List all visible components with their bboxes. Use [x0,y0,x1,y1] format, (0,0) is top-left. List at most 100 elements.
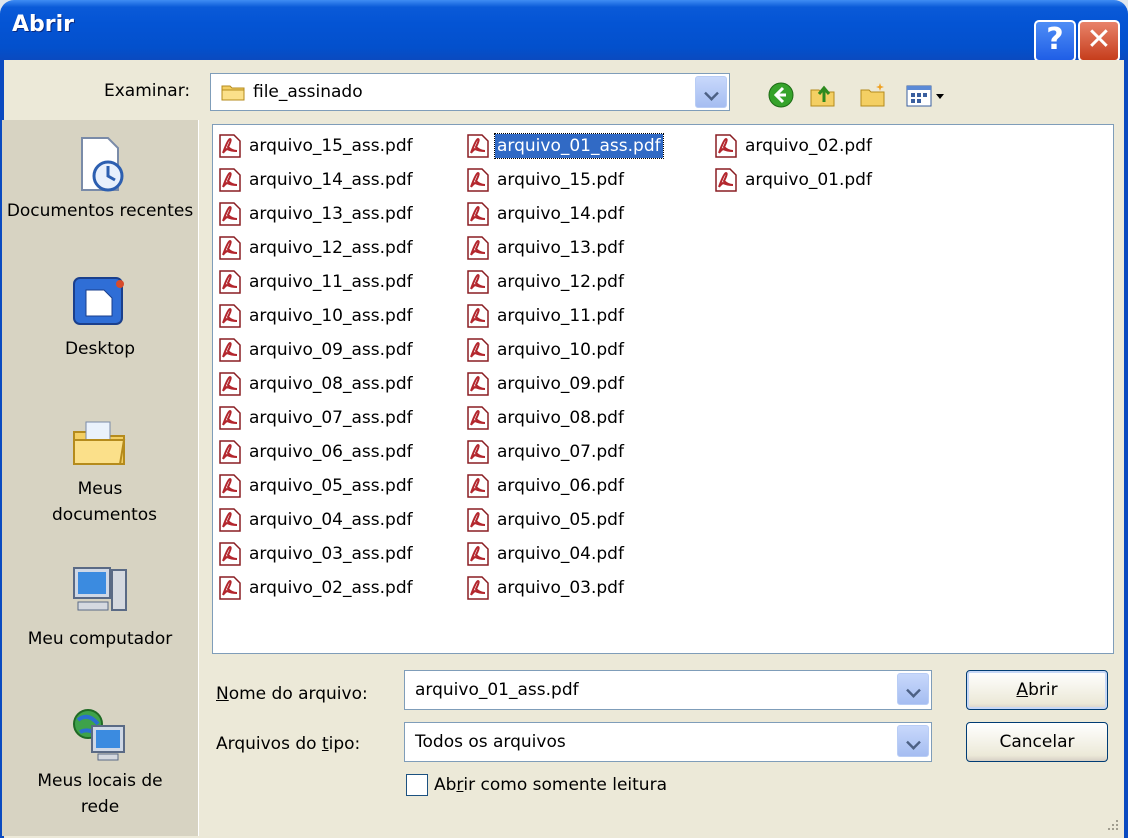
file-item[interactable]: arquivo_08_ass.pdf [217,369,415,399]
file-name: arquivo_06.pdf [497,476,624,496]
file-item[interactable]: arquivo_07.pdf [465,437,626,467]
place-my-documents[interactable]: Meus documentos [2,410,198,528]
pdf-file-icon [465,541,491,567]
pdf-file-icon-graphic [467,372,489,396]
pdf-file-icon [217,167,243,193]
up-folder-icon[interactable] [808,80,838,110]
file-item[interactable]: arquivo_05.pdf [465,505,626,535]
pdf-file-icon [465,269,491,295]
file-item[interactable]: arquivo_05_ass.pdf [217,471,415,501]
pdf-file-icon [217,473,243,499]
readonly-label[interactable]: Abrir como somente leitura [434,775,667,795]
file-item[interactable]: arquivo_01_ass.pdf [465,131,664,161]
readonly-label-a: Ab [434,775,457,795]
file-item[interactable]: arquivo_10.pdf [465,335,626,365]
file-item[interactable]: arquivo_12.pdf [465,267,626,297]
file-item[interactable]: arquivo_06.pdf [465,471,626,501]
pdf-file-icon-graphic [219,542,241,566]
place-my-computer[interactable]: Meu computador [2,560,198,652]
cancel-button[interactable]: Cancelar [966,722,1108,762]
file-item[interactable]: arquivo_08.pdf [465,403,626,433]
pdf-file-icon-graphic [467,440,489,464]
file-item[interactable]: arquivo_09_ass.pdf [217,335,415,365]
place-label: Documentos recentes [6,201,194,221]
file-item[interactable]: arquivo_03.pdf [465,573,626,603]
view-menu-icon[interactable] [904,80,950,110]
filename-field[interactable]: arquivo_01_ass.pdf [404,670,932,710]
title-bar[interactable]: Abrir ? ✕ [0,0,1128,62]
file-item[interactable]: arquivo_06_ass.pdf [217,437,415,467]
file-item[interactable]: arquivo_01.pdf [713,165,874,195]
file-name: arquivo_04.pdf [497,544,624,564]
file-item[interactable]: arquivo_11_ass.pdf [217,267,415,297]
file-name: arquivo_02.pdf [745,136,872,156]
pdf-file-icon-graphic [715,168,737,192]
pdf-file-icon-graphic [467,338,489,362]
pdf-file-icon [465,337,491,363]
place-desktop[interactable]: Desktop [2,270,198,362]
pdf-file-icon [465,473,491,499]
file-item[interactable]: arquivo_15_ass.pdf [217,131,415,161]
file-item[interactable]: arquivo_12_ass.pdf [217,233,415,263]
file-name: arquivo_02_ass.pdf [249,578,413,598]
file-name: arquivo_14_ass.pdf [249,170,413,190]
place-recent-documents[interactable]: Documentos recentes [2,132,198,224]
file-name: arquivo_12.pdf [497,272,624,292]
open-button[interactable]: Abrir [966,670,1108,710]
pdf-file-icon [713,133,739,159]
file-name: arquivo_09.pdf [497,374,624,394]
pdf-file-icon [217,541,243,567]
file-item[interactable]: arquivo_02.pdf [713,131,874,161]
filetype-label-b: ipo: [328,734,361,754]
place-label: Desktop [64,339,136,359]
filetype-select[interactable]: Todos os arquivos [404,722,932,762]
pdf-file-icon [217,133,243,159]
file-name: arquivo_01.pdf [745,170,872,190]
close-button[interactable]: ✕ [1078,20,1120,62]
lookin-combo[interactable]: file_assinado [210,73,730,111]
help-button[interactable]: ? [1034,20,1076,62]
open-file-dialog: Abrir ? ✕ Examinar: file_assinado Docume… [0,0,1128,838]
pdf-file-icon [465,201,491,227]
file-item[interactable]: arquivo_10_ass.pdf [217,301,415,331]
file-item[interactable]: arquivo_14_ass.pdf [217,165,415,195]
file-item[interactable]: arquivo_07_ass.pdf [217,403,415,433]
filetype-dropdown-button[interactable] [897,725,929,757]
file-item[interactable]: arquivo_15.pdf [465,165,626,195]
file-name: arquivo_03.pdf [497,578,624,598]
file-item[interactable]: arquivo_13.pdf [465,233,626,263]
pdf-file-icon-graphic [467,270,489,294]
file-item[interactable]: arquivo_03_ass.pdf [217,539,415,569]
file-name: arquivo_03_ass.pdf [249,544,413,564]
place-network[interactable]: Meus locais de rede [2,702,198,820]
readonly-checkbox[interactable] [406,774,428,796]
file-item[interactable]: arquivo_09.pdf [465,369,626,399]
filename-dropdown-button[interactable] [897,673,929,705]
open-button-rest: brir [1028,680,1058,700]
file-name: arquivo_12_ass.pdf [249,238,413,258]
back-icon[interactable] [766,80,796,110]
places-bar: Documentos recentes Desktop Meus documen… [2,120,199,836]
lookin-label: Examinar: [104,81,191,101]
file-name: arquivo_10_ass.pdf [249,306,413,326]
file-name: arquivo_04_ass.pdf [249,510,413,530]
file-list[interactable]: arquivo_15_ass.pdf arquivo_14_ass.pdf arqu… [212,124,1114,654]
file-item[interactable]: arquivo_13_ass.pdf [217,199,415,229]
file-item[interactable]: arquivo_04_ass.pdf [217,505,415,535]
place-label: Meus documentos [52,479,158,525]
file-name: arquivo_10.pdf [497,340,624,360]
file-name: arquivo_09_ass.pdf [249,340,413,360]
file-name: arquivo_05_ass.pdf [249,476,413,496]
lookin-dropdown-button[interactable] [695,76,727,108]
file-name: arquivo_15_ass.pdf [249,136,413,156]
new-folder-icon[interactable] [858,80,888,110]
file-item[interactable]: arquivo_14.pdf [465,199,626,229]
file-item[interactable]: arquivo_04.pdf [465,539,626,569]
file-item[interactable]: arquivo_02_ass.pdf [217,573,415,603]
pdf-file-icon [217,201,243,227]
file-name: arquivo_13.pdf [497,238,624,258]
file-item[interactable]: arquivo_11.pdf [465,301,626,331]
resize-grip-icon[interactable] [1104,816,1120,832]
file-name: arquivo_08_ass.pdf [249,374,413,394]
pdf-file-icon-graphic [219,134,241,158]
